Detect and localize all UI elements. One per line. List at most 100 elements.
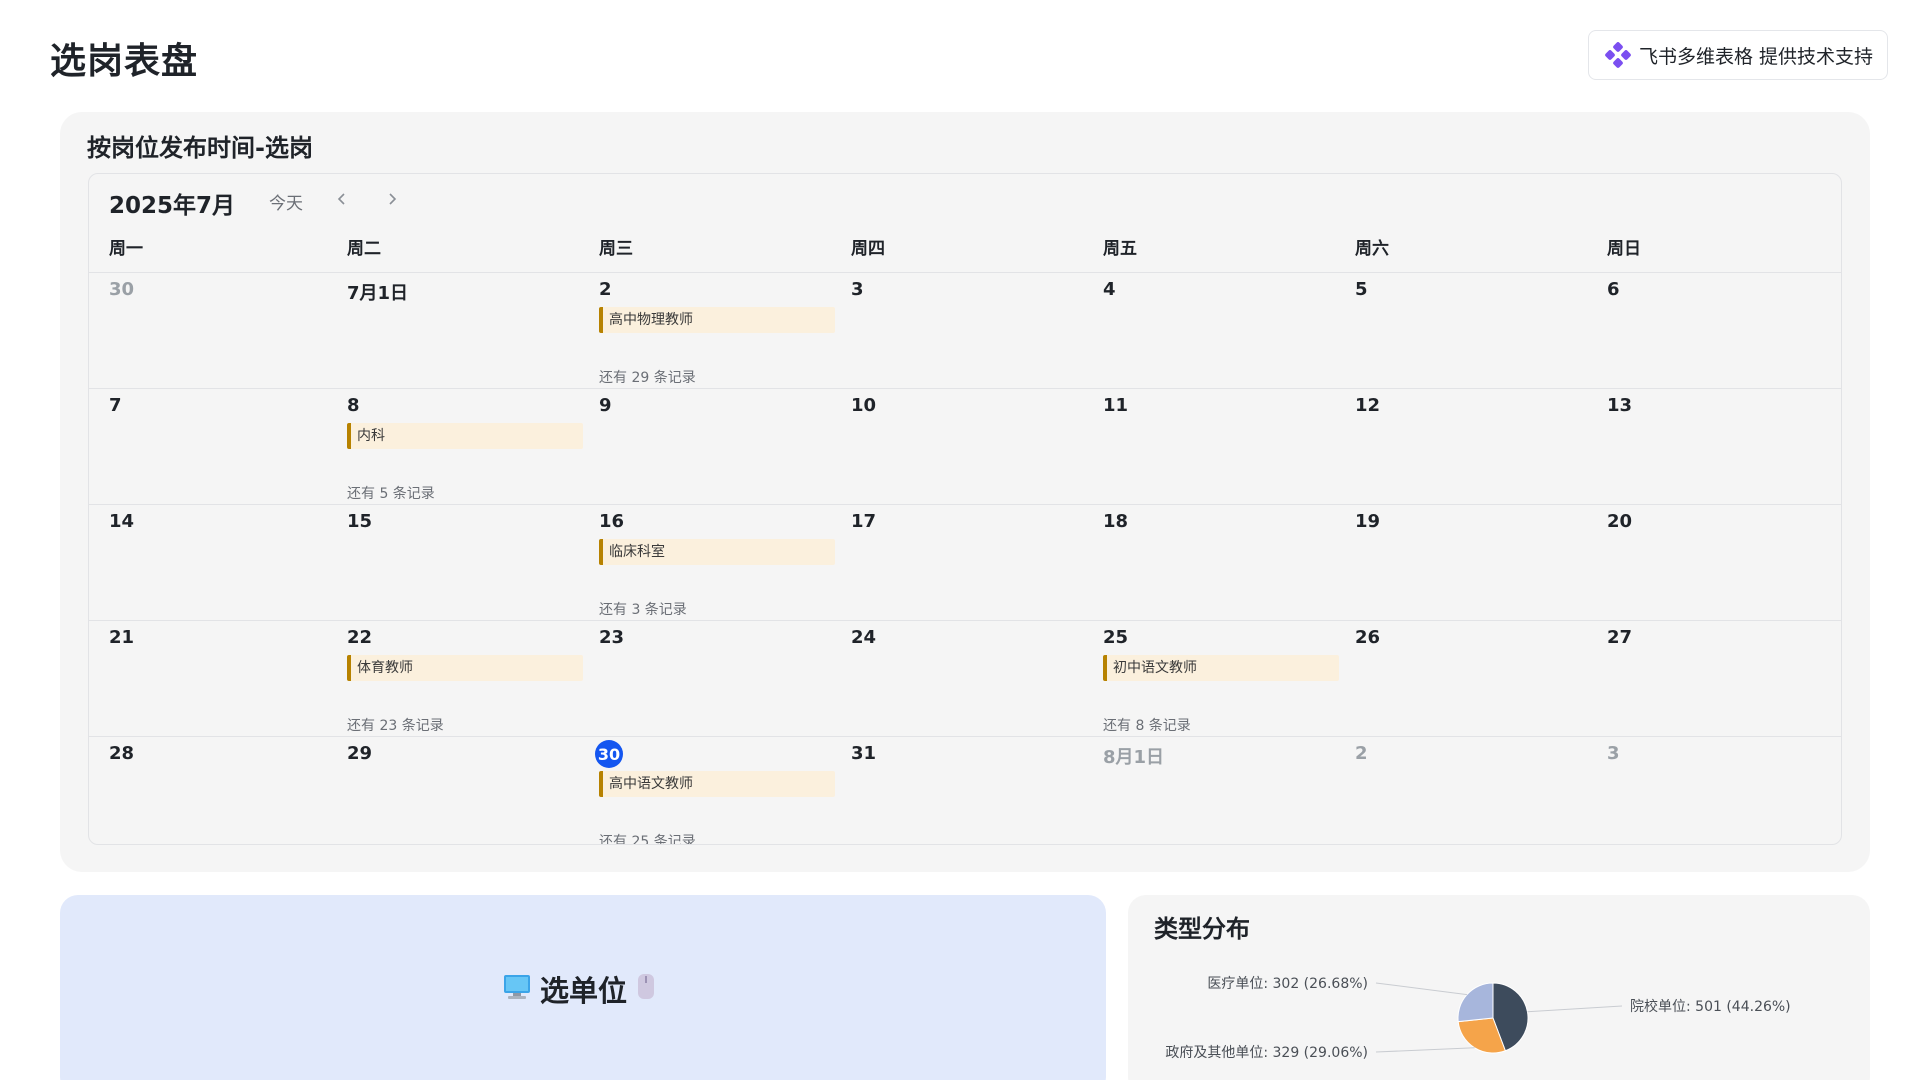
day-number: 2 [1355,743,1368,764]
page-title: 选岗表盘 [50,41,199,82]
weekday-label: 周四 [851,239,885,259]
event-chip[interactable]: 体育教师 [347,655,583,681]
calendar-day-cell[interactable]: 30 高中语文教师 还有 25 条记录 [595,737,851,844]
more-records-link[interactable]: 还有 23 条记录 [347,715,444,735]
calendar-day-cell[interactable]: 20 [1607,505,1841,621]
day-number: 3 [1607,743,1620,764]
day-number: 8月1日 [1103,747,1165,768]
calendar-day-cell[interactable]: 6 [1607,273,1841,389]
select-unit-title[interactable]: 选单位 [502,968,657,1010]
pie-chart: 院校单位: 501 (44.26%) 政府及其他单位: 329 (29.06%) 医… [1128,895,1870,1080]
day-number: 14 [109,511,135,532]
calendar-day-cell[interactable]: 27 [1607,621,1841,737]
day-number: 23 [599,627,625,648]
chevron-right-icon[interactable] [381,188,403,210]
calendar-day-cell[interactable]: 14 [109,505,361,621]
calendar-week-row: 7 8 内科还有 5 条记录 9 10 11 12 13 [89,388,1841,504]
calendar-day-cell[interactable]: 22 体育教师还有 23 条记录 [347,621,599,737]
calendar-day-cell[interactable]: 12 [1355,389,1607,505]
more-records-link[interactable]: 还有 5 条记录 [347,483,435,503]
day-number: 2 [599,279,612,300]
calendar-day-cell[interactable]: 17 [851,505,1103,621]
calendar-card: 按岗位发布时间-选岗 2025年7月 今天 周一 周二 周三 周四 周五 周六 周日 30 7… [60,112,1870,872]
calendar-day-cell[interactable]: 15 [347,505,599,621]
day-number: 16 [599,511,625,532]
calendar-day-cell[interactable]: 2 [1355,737,1607,844]
calendar-day-cell[interactable]: 8月1日 [1103,737,1355,844]
calendar-day-cell[interactable]: 29 [347,737,599,844]
day-number: 25 [1103,627,1129,648]
calendar-day-cell[interactable]: 16 临床科室还有 3 条记录 [599,505,851,621]
pie-slice[interactable] [1457,982,1494,1023]
day-number: 9 [599,395,612,416]
calendar-day-cell[interactable]: 9 [599,389,851,505]
chevron-left-icon[interactable] [331,188,353,210]
pie-slice-label: 政府及其他单位: 329 (29.06%) [1165,1045,1368,1061]
calendar-day-cell[interactable]: 2 高中物理教师还有 29 条记录 [599,273,851,389]
calendar-day-cell[interactable]: 18 [1103,505,1355,621]
calendar-day-cell[interactable]: 31 [851,737,1103,844]
pie-slice-label: 医疗单位: 302 (26.68%) [1207,976,1368,992]
calendar-day-cell[interactable]: 8 内科还有 5 条记录 [347,389,599,505]
event-chip[interactable]: 高中语文教师 [599,771,835,797]
calendar-day-cell[interactable]: 26 [1355,621,1607,737]
day-number: 10 [851,395,877,416]
day-number: 31 [851,743,877,764]
calendar-day-cell[interactable]: 13 [1607,389,1841,505]
weekday-header: 周一 周二 周三 周四 周五 周六 周日 [89,234,1841,262]
calendar-day-cell[interactable]: 23 [599,621,851,737]
calendar-day-cell[interactable]: 7 [109,389,361,505]
day-number: 15 [347,511,373,532]
calendar-day-cell[interactable]: 7月1日 [347,273,599,389]
calendar-week-row: 14 15 16 临床科室还有 3 条记录 17 18 19 20 [89,504,1841,620]
day-number: 28 [109,743,135,764]
computer-icon [502,971,532,1008]
calendar-day-cell[interactable]: 25 初中语文教师还有 8 条记录 [1103,621,1355,737]
day-number: 19 [1355,511,1381,532]
weekday-label: 周三 [599,239,633,259]
day-number: 26 [1355,627,1381,648]
day-number: 6 [1607,279,1620,300]
calendar-week-row: 30 7月1日 2 高中物理教师还有 29 条记录 3 4 5 6 [89,272,1841,388]
calendar-day-cell[interactable]: 24 [851,621,1103,737]
calendar-day-cell[interactable]: 21 [109,621,361,737]
tech-support-badge[interactable]: 飞书多维表格 提供技术支持 [1587,30,1888,80]
type-distribution-card: 类型分布 院校单位: 501 (44.26%) 政府及其他单位: 329 (29.… [1128,895,1870,1080]
calendar-card-title: 按岗位发布时间-选岗 [87,134,313,162]
calendar-day-cell[interactable]: 3 [1607,737,1841,844]
day-number: 22 [347,627,373,648]
calendar-day-cell[interactable]: 19 [1355,505,1607,621]
more-records-link[interactable]: 还有 8 条记录 [1103,715,1191,735]
calendar-day-cell[interactable]: 5 [1355,273,1607,389]
calendar-day-cell[interactable]: 10 [851,389,1103,505]
pie-leader-line [1375,1047,1475,1053]
calendar-day-cell[interactable]: 11 [1103,389,1355,505]
today-button[interactable]: 今天 [269,189,303,214]
select-unit-card[interactable]: 选单位 [60,895,1106,1080]
calendar-day-cell[interactable]: 28 [109,737,361,844]
select-unit-label: 选单位 [540,974,628,1008]
day-number: 7 [109,395,122,416]
calendar-month-label: 2025年7月 [109,193,236,219]
event-chip[interactable]: 内科 [347,423,583,449]
event-chip[interactable]: 初中语文教师 [1103,655,1339,681]
day-number: 3 [851,279,864,300]
weekday-label: 周六 [1355,239,1389,259]
day-number: 17 [851,511,877,532]
day-number: 30 [109,279,135,300]
day-number: 7月1日 [347,283,409,304]
calendar-day-cell[interactable]: 30 [109,273,361,389]
day-number: 24 [851,627,877,648]
calendar-day-cell[interactable]: 3 [851,273,1103,389]
day-number: 11 [1103,395,1129,416]
calendar-day-cell[interactable]: 4 [1103,273,1355,389]
more-records-link[interactable]: 还有 3 条记录 [599,599,687,619]
event-chip[interactable]: 临床科室 [599,539,835,565]
weekday-label: 周二 [347,239,381,259]
weekday-label: 周五 [1103,239,1137,259]
day-number: 8 [347,395,360,416]
event-chip[interactable]: 高中物理教师 [599,307,835,333]
more-records-link[interactable]: 还有 25 条记录 [599,831,696,844]
feishu-bitable-logo-icon [1605,42,1631,68]
more-records-link[interactable]: 还有 29 条记录 [599,367,696,387]
